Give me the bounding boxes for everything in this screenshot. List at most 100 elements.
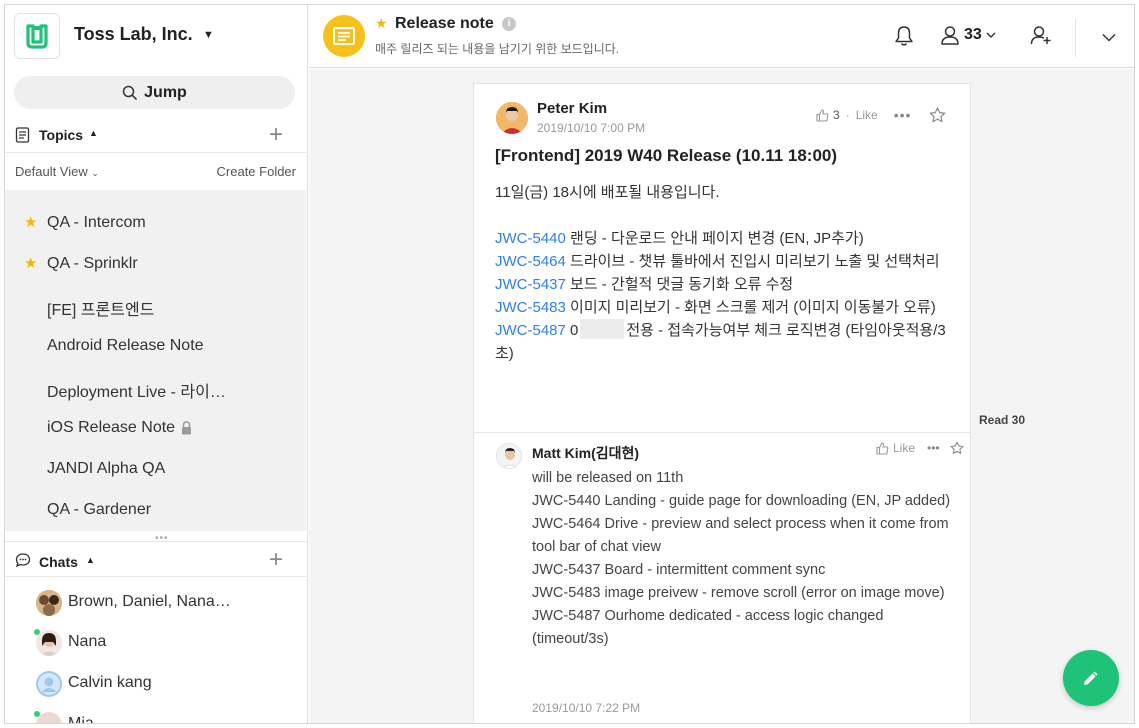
topic-name: Android Release Note bbox=[47, 337, 204, 354]
topic-item[interactable]: iOS Release Note bbox=[5, 407, 306, 448]
comment-line: JWC-5437 Board - intermittent comment sy… bbox=[532, 562, 826, 578]
view-row: Default View ⌄ Create Folder bbox=[5, 154, 308, 189]
default-view-dropdown[interactable]: Default View ⌄ bbox=[15, 164, 99, 179]
post-item: JWC-5464 드라이브 - 챗뷰 툴바에서 진입시 미리보기 노출 및 선택… bbox=[495, 250, 955, 273]
jump-button[interactable]: Jump bbox=[14, 76, 295, 109]
chat-bubble-icon bbox=[15, 553, 31, 568]
post-item: JWC-5483 이미지 미리보기 - 화면 스크롤 제거 (이미지 이동불가 … bbox=[495, 296, 955, 319]
chat-item[interactable]: Brown, Daniel, Nana… bbox=[5, 583, 308, 624]
chat-item[interactable]: Calvin kang bbox=[5, 664, 308, 705]
member-icon bbox=[941, 26, 959, 45]
invite-icon[interactable] bbox=[1030, 25, 1052, 50]
write-post-button[interactable] bbox=[1063, 650, 1119, 706]
like-button[interactable]: Like bbox=[856, 108, 878, 122]
star-icon[interactable]: ★ bbox=[24, 213, 37, 231]
topic-name: Deployment Live - 라이… bbox=[47, 384, 226, 401]
jump-label: Jump bbox=[144, 83, 187, 101]
board-header: ★ Release note i 매주 릴리즈 되는 내용을 남기기 위한 보드… bbox=[309, 5, 1134, 68]
post-item: JWC-5437 보드 - 간헐적 댓글 동기화 오류 수정 bbox=[495, 273, 955, 296]
chevron-down-icon: ⌄ bbox=[91, 168, 99, 178]
topic-item[interactable]: Android Release Note bbox=[5, 325, 306, 366]
topics-label[interactable]: Topics bbox=[39, 127, 83, 143]
like-count: 3 bbox=[833, 108, 840, 122]
topic-name: QA - Intercom bbox=[47, 214, 146, 231]
board-title: Release note bbox=[395, 15, 494, 32]
topics-header: Topics ▲ + bbox=[5, 117, 308, 153]
online-indicator bbox=[34, 629, 40, 635]
issue-link[interactable]: JWC-5487 bbox=[495, 322, 566, 339]
add-topic-button[interactable]: + bbox=[269, 121, 283, 149]
default-view-label: Default View bbox=[15, 164, 88, 179]
chat-name: Brown, Daniel, Nana… bbox=[68, 593, 231, 610]
board-description: 매주 릴리즈 되는 내용을 남기기 위한 보드입니다. bbox=[375, 42, 620, 56]
topic-item[interactable]: [FE] 프론트엔드 bbox=[5, 284, 306, 325]
add-chat-button[interactable]: + bbox=[269, 546, 283, 574]
comment-timestamp: 2019/10/10 7:22 PM bbox=[532, 701, 641, 715]
comment-line: will be released on 11th bbox=[532, 470, 684, 486]
online-indicator bbox=[34, 711, 40, 717]
read-count[interactable]: Read 30 bbox=[979, 413, 1025, 427]
info-icon[interactable]: i bbox=[502, 17, 516, 31]
topic-item[interactable]: Deployment Live - 라이… bbox=[5, 366, 306, 407]
chats-label[interactable]: Chats bbox=[39, 554, 78, 570]
chevron-down-icon[interactable] bbox=[1102, 29, 1116, 47]
team-switcher[interactable]: Toss Lab, Inc. ▼ bbox=[5, 5, 308, 67]
post-author[interactable]: Peter Kim bbox=[537, 100, 607, 117]
star-icon[interactable]: ★ bbox=[24, 254, 37, 272]
chevron-down-icon bbox=[986, 32, 996, 38]
star-icon[interactable] bbox=[929, 107, 946, 123]
caret-up-icon[interactable]: ▲ bbox=[86, 555, 95, 565]
topics-icon bbox=[15, 127, 30, 143]
star-icon[interactable] bbox=[950, 441, 964, 455]
lock-icon bbox=[182, 421, 191, 435]
like-button[interactable]: Like bbox=[893, 441, 915, 455]
more-icon[interactable]: ••• bbox=[927, 441, 940, 455]
board-content: Peter Kim 2019/10/10 7:00 PM 3 · Like ••… bbox=[309, 69, 1134, 723]
post-item-text: 드라이브 - 챗뷰 툴바에서 진입시 미리보기 노출 및 선택처리 bbox=[565, 253, 940, 270]
topic-list: ★ QA - Intercom ★ QA - Sprinklr [FE] 프론트엔드… bbox=[5, 190, 306, 531]
post-item-text: 랜딩 - 다운로드 안내 페이지 변경 (EN, JP추가) bbox=[565, 230, 864, 247]
comment-author[interactable]: Matt Kim(김대현) bbox=[532, 443, 639, 463]
chats-header: Chats ▲ + bbox=[5, 541, 308, 577]
topic-item[interactable]: JANDI Alpha QA bbox=[5, 448, 306, 489]
star-icon[interactable]: ★ bbox=[375, 15, 388, 32]
post-actions: 3 · Like ••• bbox=[816, 107, 946, 123]
search-icon bbox=[122, 85, 138, 100]
pencil-icon bbox=[1084, 671, 1098, 685]
jandi-logo-icon bbox=[14, 13, 60, 59]
bell-icon[interactable] bbox=[894, 25, 914, 52]
topic-name: [FE] 프론트엔드 bbox=[47, 302, 155, 319]
chat-item[interactable]: Nana bbox=[5, 623, 308, 664]
comment-line: JWC-5464 Drive - preview and select proc… bbox=[532, 516, 949, 555]
issue-link[interactable]: JWC-5437 bbox=[495, 276, 566, 293]
thumbs-up-icon[interactable] bbox=[876, 441, 889, 455]
topic-item[interactable]: ★ QA - Intercom bbox=[5, 202, 306, 243]
topic-name: JANDI Alpha QA bbox=[47, 460, 166, 477]
issue-link[interactable]: JWC-5483 bbox=[495, 299, 566, 316]
post-item: JWC-5440 랜딩 - 다운로드 안내 페이지 변경 (EN, JP추가) bbox=[495, 227, 955, 250]
chat-name: Mia bbox=[68, 715, 94, 724]
divider bbox=[1075, 19, 1076, 57]
create-folder-button[interactable]: Create Folder bbox=[217, 164, 296, 179]
member-count: 33 bbox=[964, 26, 982, 43]
issue-link[interactable]: JWC-5440 bbox=[495, 230, 566, 247]
comment: Matt Kim(김대현) Like ••• will be released … bbox=[474, 432, 970, 723]
avatar[interactable] bbox=[496, 102, 528, 134]
topic-item[interactable]: ★ QA - Sprinklr bbox=[5, 243, 306, 284]
comment-line: JWC-5440 Landing - guide page for downlo… bbox=[532, 493, 951, 509]
avatar bbox=[36, 630, 62, 656]
avatar[interactable] bbox=[496, 443, 522, 469]
redacted-block bbox=[580, 319, 625, 339]
post-title: [Frontend] 2019 W40 Release (10.11 18:00… bbox=[495, 146, 838, 165]
more-icon[interactable]: ••• bbox=[894, 107, 912, 123]
issue-link[interactable]: JWC-5464 bbox=[495, 253, 566, 270]
chat-name: Nana bbox=[68, 633, 107, 650]
board-icon bbox=[323, 15, 365, 57]
member-list-button[interactable]: 33 bbox=[940, 25, 996, 45]
caret-up-icon[interactable]: ▲ bbox=[89, 128, 98, 138]
avatar bbox=[36, 671, 62, 697]
chat-item[interactable]: Mia bbox=[5, 705, 308, 724]
thumbs-up-icon[interactable] bbox=[816, 108, 829, 122]
topic-item[interactable]: QA - Gardener bbox=[5, 489, 306, 530]
